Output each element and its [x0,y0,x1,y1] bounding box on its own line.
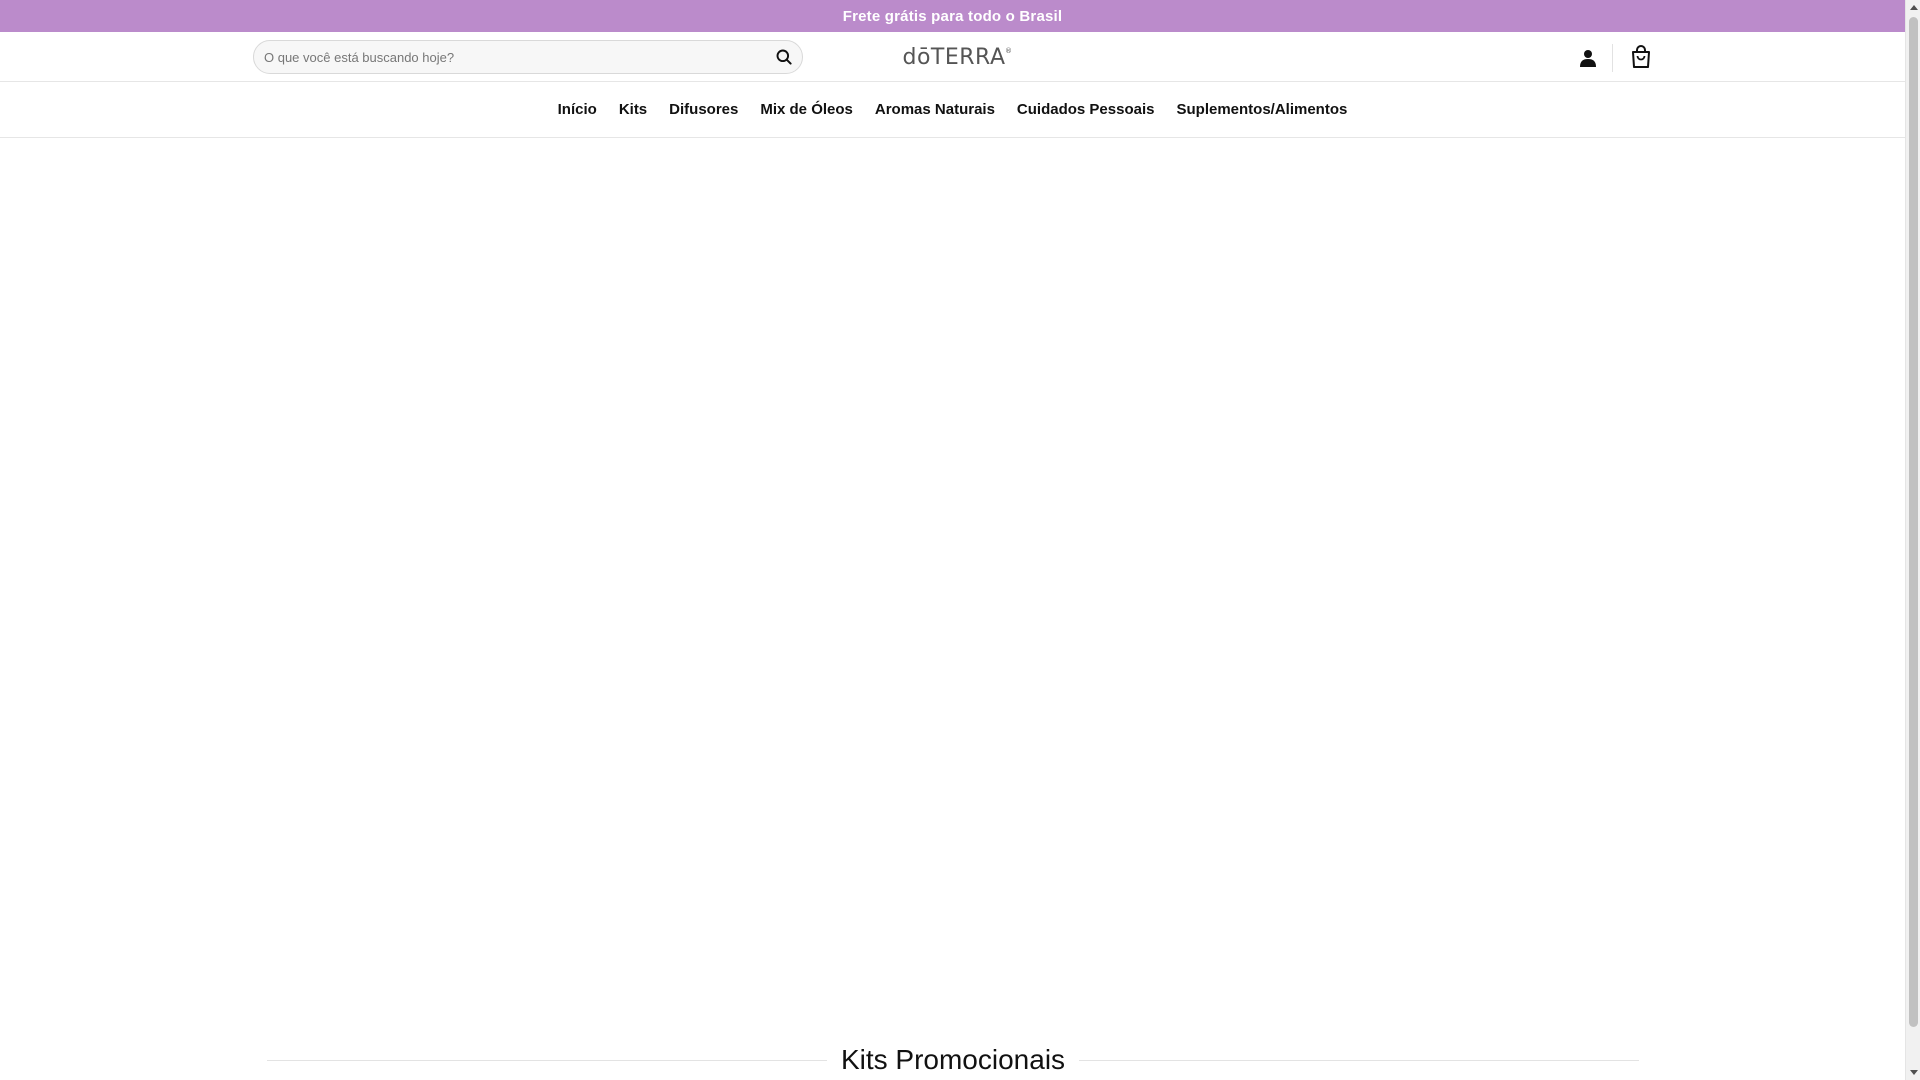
section-heading: Kits Promocionais [267,1042,1639,1078]
main-nav: Início Kits Difusores Mix de Óleos Aroma… [0,82,1905,138]
heading-rule-right [1079,1059,1639,1061]
search-bar [253,40,803,74]
cart-button[interactable] [1628,43,1654,71]
nav-item-inicio[interactable]: Início [547,101,608,118]
page: Frete grátis para todo o Brasil dōTERRA® [0,0,1905,1080]
announcement-bar: Frete grátis para todo o Brasil [0,0,1905,32]
account-button[interactable] [1576,46,1600,70]
site-header: dōTERRA® [0,32,1905,82]
hero-banner [0,138,1905,998]
scroll-down-arrow[interactable] [1906,1065,1920,1080]
vertical-scrollbar[interactable] [1905,0,1920,1080]
user-icon [1580,50,1596,67]
announcement-text: Frete grátis para todo o Brasil [842,7,1063,25]
scroll-thumb[interactable] [1909,17,1918,1027]
nav-item-suplementos-alimentos[interactable]: Suplementos/Alimentos [1165,101,1358,118]
scroll-up-arrow[interactable] [1906,0,1920,15]
nav-item-mix-de-oleos[interactable]: Mix de Óleos [749,101,864,118]
site-logo[interactable]: dōTERRA ® [898,42,1013,72]
nav-item-difusores[interactable]: Difusores [658,101,749,118]
search-input[interactable] [254,41,766,73]
nav-item-kits[interactable]: Kits [608,101,658,118]
nav-item-aromas-naturais[interactable]: Aromas Naturais [864,101,1006,118]
section-title: Kits Promocionais [840,1044,1066,1075]
search-icon [776,49,792,65]
logo-wordmark: dōTERRA ® [902,44,1013,70]
shopping-bag-icon [1632,45,1650,68]
nav-item-cuidados-pessoais[interactable]: Cuidados Pessoais [1006,101,1166,118]
heading-rule-left [267,1059,827,1061]
header-divider [1612,44,1613,72]
search-button[interactable] [766,41,802,73]
